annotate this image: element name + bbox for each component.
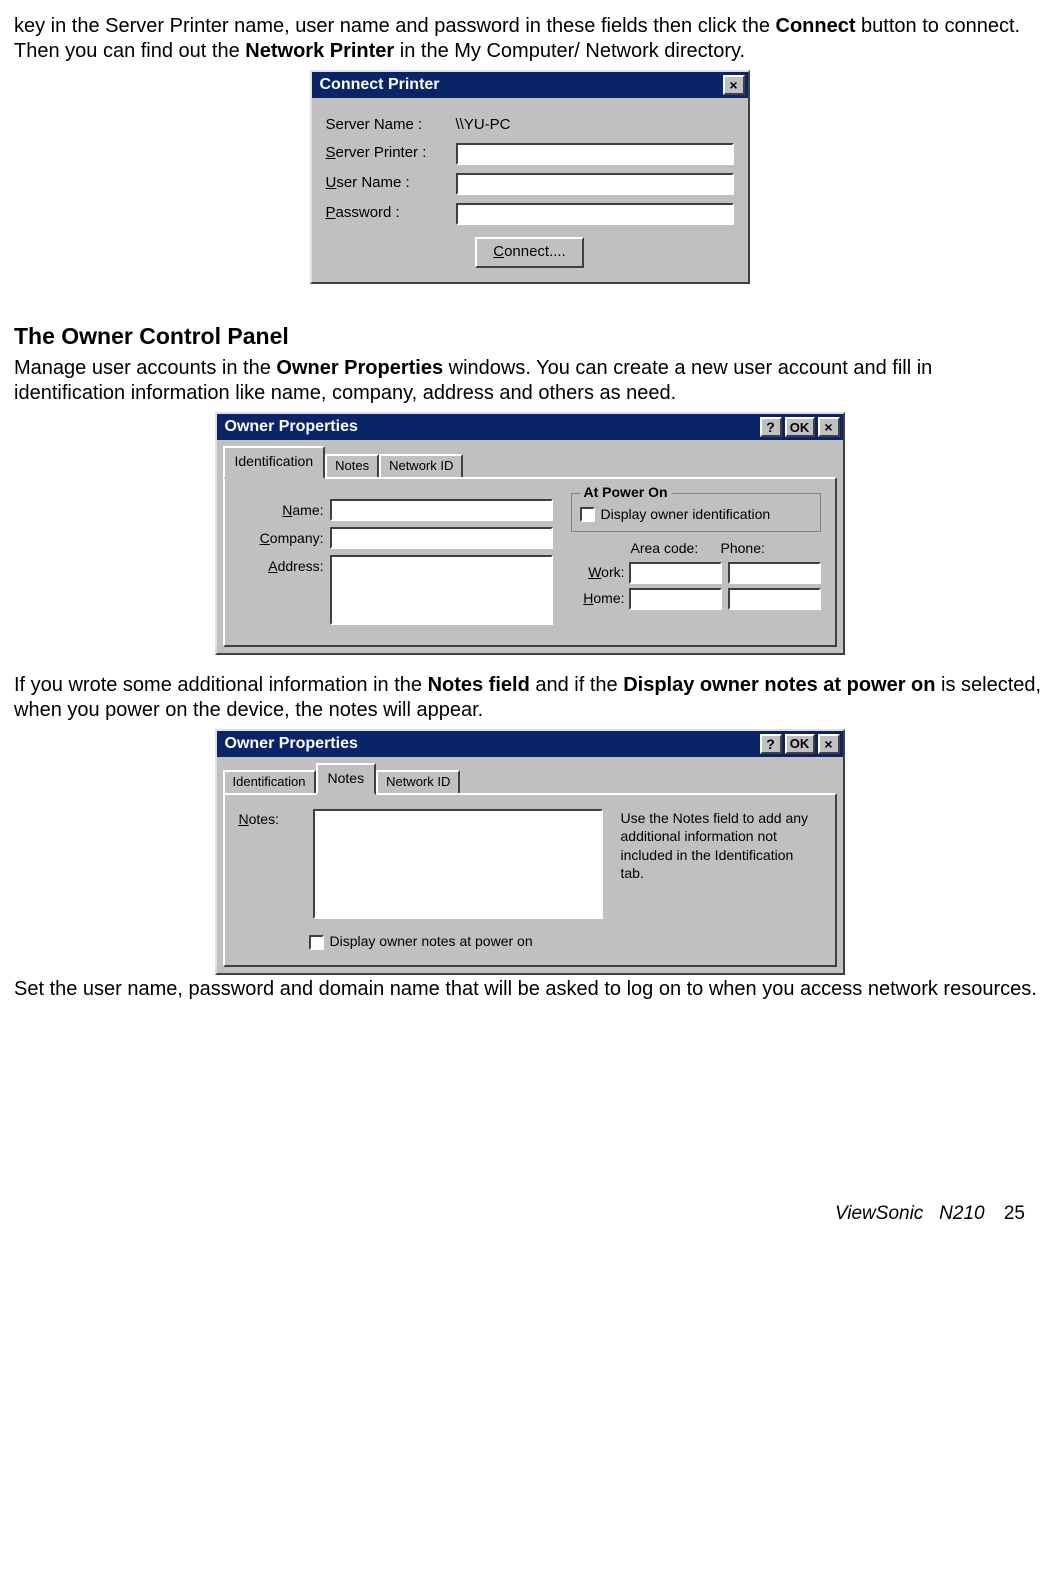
work-phone-input[interactable] <box>728 562 821 584</box>
footer-page-number: 25 <box>1004 1203 1025 1224</box>
notes-paragraph: If you wrote some additional information… <box>14 673 1045 723</box>
name-label: Name: <box>239 499 330 520</box>
user-name-input[interactable] <box>456 173 734 195</box>
company-label: Company: <box>239 527 330 548</box>
display-owner-identification-label: Display owner identification <box>601 506 771 524</box>
owner-properties-notes-dialog: Owner Properties ? OK × Identification N… <box>215 729 845 975</box>
owner-properties-identification-dialog: Owner Properties ? OK × Identification N… <box>215 412 845 655</box>
owner-paragraph: Manage user accounts in the Owner Proper… <box>14 356 1045 406</box>
work-area-code-input[interactable] <box>629 562 722 584</box>
tab-network-id[interactable]: Network ID <box>379 454 463 477</box>
user-name-label: User Name : <box>326 174 456 193</box>
intro-text-1: key in the Server Printer name, user nam… <box>14 15 776 37</box>
footer-model: N210 <box>939 1203 984 1224</box>
connect-printer-dialog: Connect Printer × Server Name : \\YU-PC … <box>310 70 750 284</box>
intro-text-3: in the My Computer/ Network directory. <box>394 40 745 62</box>
phone-header: Phone: <box>721 540 765 558</box>
close-icon[interactable]: × <box>818 417 840 437</box>
close-icon[interactable]: × <box>723 75 745 95</box>
at-power-on-title: At Power On <box>580 484 672 502</box>
tab-identification[interactable]: Identification <box>223 446 326 479</box>
area-code-header: Area code: <box>631 540 721 558</box>
help-icon[interactable]: ? <box>760 734 782 754</box>
notes-textarea[interactable] <box>313 809 603 919</box>
ok-button[interactable]: OK <box>785 417 815 437</box>
tab-identification[interactable]: Identification <box>223 770 316 793</box>
server-printer-label: Server Printer : <box>326 144 456 163</box>
help-icon[interactable]: ? <box>760 417 782 437</box>
display-owner-identification-checkbox[interactable] <box>580 507 595 522</box>
display-owner-notes-label: Display owner notes at power on <box>330 933 533 951</box>
work-label: Work: <box>571 564 629 582</box>
display-owner-notes-checkbox[interactable] <box>309 935 324 950</box>
connect-printer-titlebar: Connect Printer × <box>312 72 748 98</box>
address-input[interactable] <box>330 555 553 625</box>
tab-notes[interactable]: Notes <box>316 763 377 796</box>
ok-button[interactable]: OK <box>785 734 815 754</box>
owner-control-panel-heading: The Owner Control Panel <box>14 322 1045 351</box>
notes-hint-text: Use the Notes field to add any additiona… <box>621 809 821 882</box>
server-name-value: \\YU-PC <box>456 116 511 135</box>
home-area-code-input[interactable] <box>629 588 722 610</box>
notes-label: Notes: <box>239 809 313 919</box>
address-label: Address: <box>239 555 330 576</box>
tab-notes[interactable]: Notes <box>325 454 379 477</box>
page-footer: ViewSonic N210 25 <box>14 1202 1045 1226</box>
name-input[interactable] <box>330 499 553 521</box>
close-icon[interactable]: × <box>818 734 840 754</box>
owner-properties-titlebar-2: Owner Properties ? OK × <box>217 731 843 757</box>
owner-properties-titlebar-1: Owner Properties ? OK × <box>217 414 843 440</box>
tab-network-id[interactable]: Network ID <box>376 770 460 793</box>
intro-paragraph: key in the Server Printer name, user nam… <box>14 14 1045 64</box>
final-paragraph: Set the user name, password and domain n… <box>14 977 1045 1002</box>
at-power-on-group: At Power On Display owner identification <box>571 493 821 533</box>
server-name-label: Server Name : <box>326 116 456 135</box>
intro-bold-1: Connect <box>776 15 856 37</box>
connect-button[interactable]: Connect.... <box>475 237 584 268</box>
password-input[interactable] <box>456 203 734 225</box>
owner-properties-title-2: Owner Properties <box>225 734 358 754</box>
footer-brand: ViewSonic <box>835 1203 923 1224</box>
company-input[interactable] <box>330 527 553 549</box>
server-printer-input[interactable] <box>456 143 734 165</box>
owner-properties-title-1: Owner Properties <box>225 417 358 437</box>
home-phone-input[interactable] <box>728 588 821 610</box>
connect-printer-title: Connect Printer <box>320 75 440 95</box>
password-label: Password : <box>326 204 456 223</box>
home-label: Home: <box>571 590 629 608</box>
intro-bold-2: Network Printer <box>245 40 394 62</box>
